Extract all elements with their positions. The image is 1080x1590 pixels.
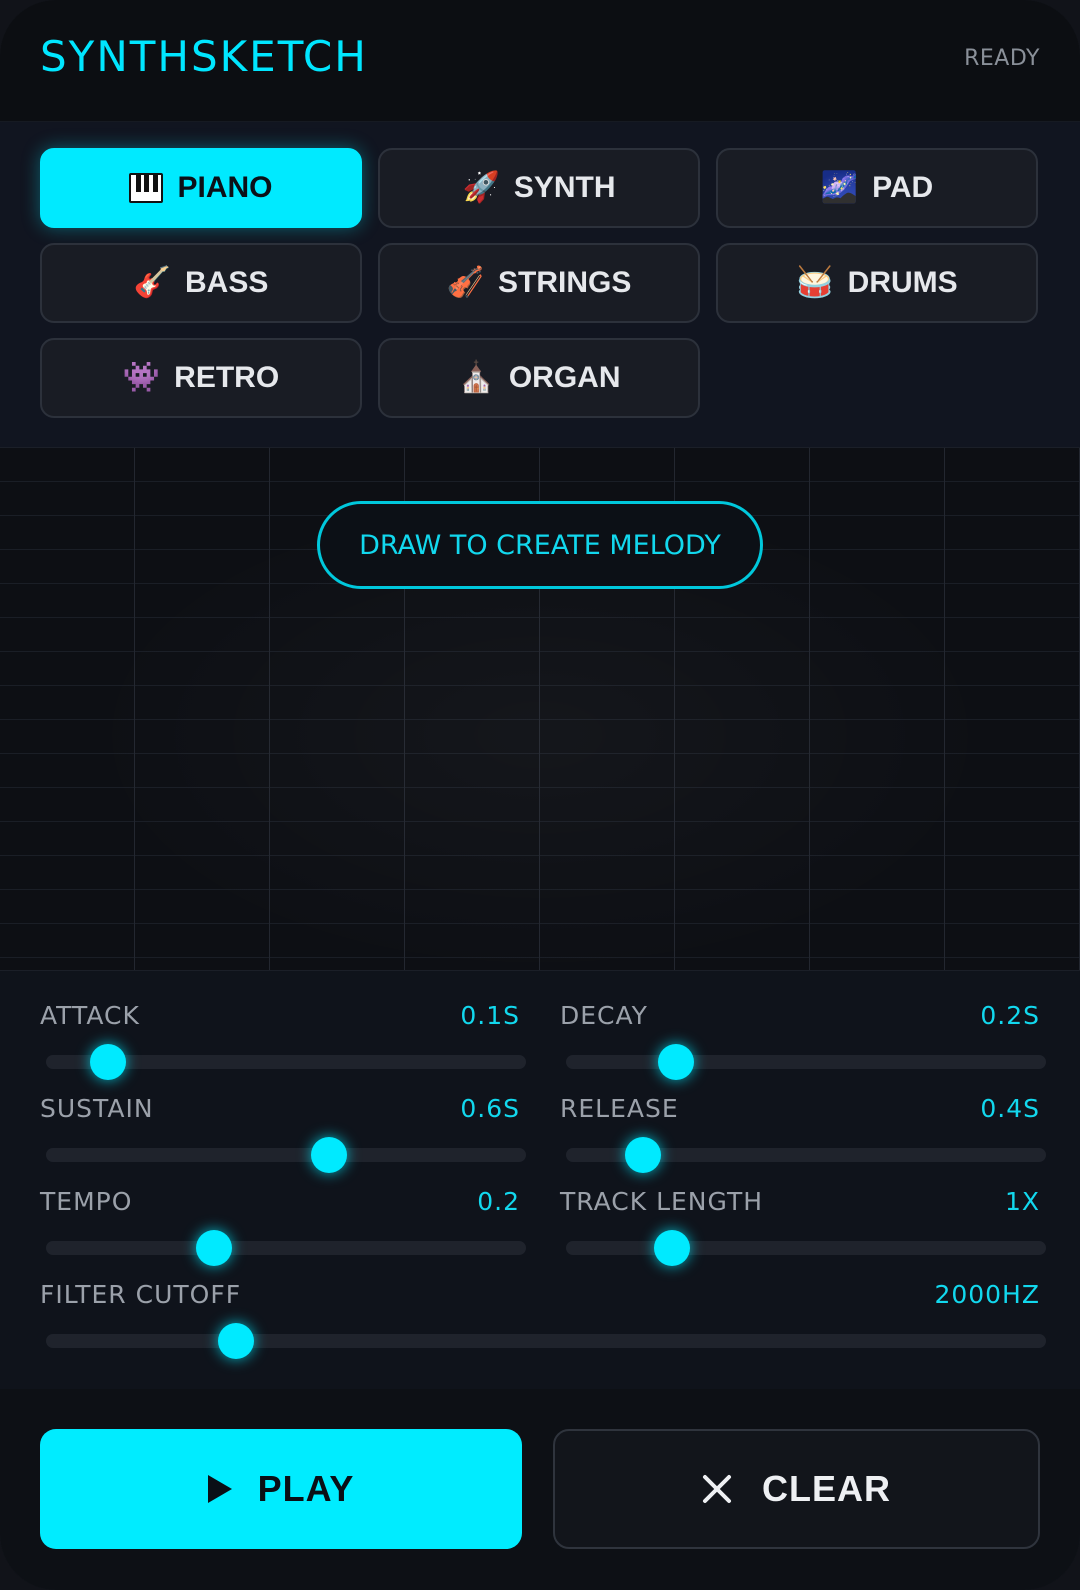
release-value: 0.4S <box>980 1094 1040 1123</box>
tempo-value: 0.2 <box>477 1187 520 1216</box>
instrument-label: BASS <box>185 266 269 299</box>
track-length-value: 1X <box>1004 1187 1040 1216</box>
instrument-selector: PIANO 🚀 SYNTH 🌌 PAD 🎸 BASS 🎻 STRINGS 🥁 D… <box>0 122 1080 447</box>
sustain-value: 0.6S <box>460 1094 520 1123</box>
close-icon <box>702 1474 732 1504</box>
instrument-label: PIANO <box>177 171 273 204</box>
melody-drawing-canvas[interactable]: DRAW TO CREATE MELODY <box>0 447 1080 971</box>
decay-label: DECAY <box>560 1001 648 1030</box>
instrument-label: ORGAN <box>508 361 621 394</box>
release-control: RELEASE 0.4S <box>560 1064 1046 1173</box>
play-label: PLAY <box>257 1468 355 1509</box>
track-length-control: TRACK LENGTH 1X <box>560 1157 1046 1266</box>
rocket-icon: 🚀 <box>462 171 500 204</box>
status-indicator: READY <box>964 46 1040 71</box>
filter-cutoff-control: FILTER CUTOFF 2000HZ <box>40 1250 1046 1359</box>
instrument-button-bass[interactable]: 🎸 BASS <box>40 243 362 323</box>
instrument-label: RETRO <box>174 361 280 394</box>
decay-value: 0.2S <box>980 1001 1040 1030</box>
instrument-button-piano[interactable]: PIANO <box>40 148 362 228</box>
instrument-button-pad[interactable]: 🌌 PAD <box>716 148 1038 228</box>
galaxy-icon: 🌌 <box>820 171 859 204</box>
sustain-label: SUSTAIN <box>40 1094 154 1123</box>
filter-cutoff-slider[interactable] <box>46 1323 1046 1359</box>
attack-value: 0.1S <box>460 1001 520 1030</box>
play-button[interactable]: PLAY <box>40 1429 522 1549</box>
play-icon <box>207 1475 232 1503</box>
clear-button[interactable]: CLEAR <box>553 1429 1040 1549</box>
sustain-control: SUSTAIN 0.6S <box>40 1064 526 1173</box>
instrument-label: STRINGS <box>498 266 632 299</box>
space-invader-icon: 👾 <box>122 361 161 394</box>
filter-cutoff-slider-thumb[interactable] <box>218 1323 254 1359</box>
decay-control: DECAY 0.2S <box>560 971 1046 1080</box>
guitar-icon: 🎸 <box>133 266 171 299</box>
drum-icon: 🥁 <box>796 266 834 299</box>
app-title: SYNTHSKETCH <box>40 32 368 81</box>
clear-label: CLEAR <box>762 1468 891 1509</box>
instrument-button-synth[interactable]: 🚀 SYNTH <box>378 148 700 228</box>
instrument-label: SYNTH <box>513 171 616 204</box>
instrument-button-drums[interactable]: 🥁 DRUMS <box>716 243 1038 323</box>
tempo-control: TEMPO 0.2 <box>40 1157 526 1266</box>
instrument-button-organ[interactable]: ⛪ ORGAN <box>378 338 700 418</box>
tempo-label: TEMPO <box>40 1187 133 1216</box>
header: SYNTHSKETCH READY <box>0 0 1080 122</box>
violin-icon: 🎻 <box>446 266 484 299</box>
transport-bar: PLAY CLEAR <box>0 1389 1080 1590</box>
filter-cutoff-value: 2000HZ <box>934 1280 1040 1309</box>
instrument-label: DRUMS <box>847 266 958 299</box>
envelope-controls: ATTACK 0.1S DECAY 0.2S SUSTAIN 0.6S RELE… <box>0 971 1080 1389</box>
track-length-label: TRACK LENGTH <box>560 1187 764 1216</box>
instrument-button-retro[interactable]: 👾 RETRO <box>40 338 362 418</box>
piano-keys-icon <box>129 173 164 203</box>
attack-label: ATTACK <box>40 1001 140 1030</box>
draw-prompt: DRAW TO CREATE MELODY <box>317 501 763 589</box>
synthsketch-app: SYNTHSKETCH READY PIANO 🚀 SYNTH 🌌 PAD 🎸 … <box>0 0 1080 1590</box>
attack-control: ATTACK 0.1S <box>40 971 526 1080</box>
instrument-button-strings[interactable]: 🎻 STRINGS <box>378 243 700 323</box>
instrument-label: PAD <box>872 171 934 204</box>
release-label: RELEASE <box>560 1094 679 1123</box>
church-icon: ⛪ <box>457 361 495 394</box>
filter-cutoff-label: FILTER CUTOFF <box>40 1280 242 1309</box>
